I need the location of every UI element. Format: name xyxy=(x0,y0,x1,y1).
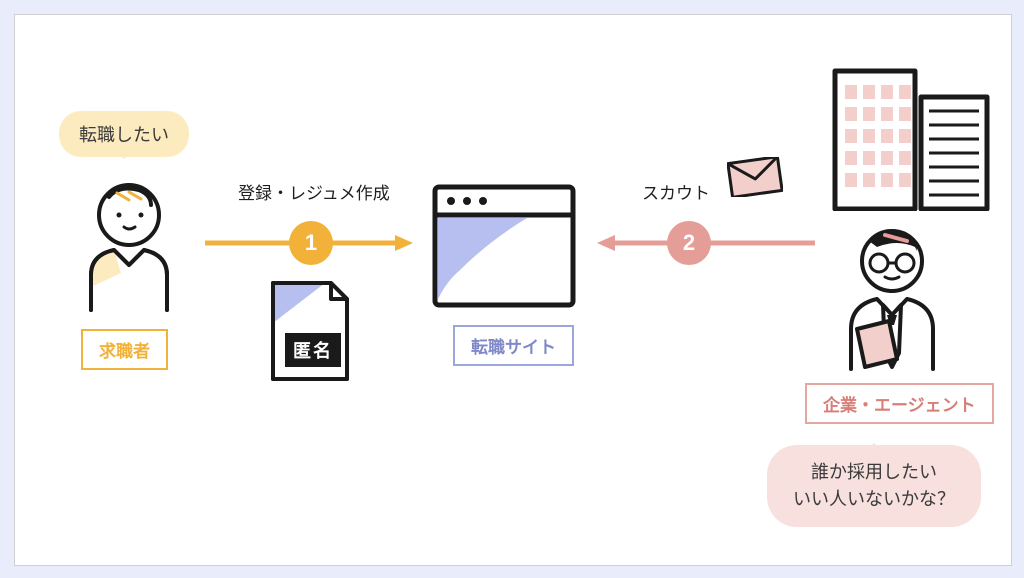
company-speech-bubble: 誰か採用したい いい人いないかな？ xyxy=(767,445,981,527)
jobseeker-label: 求職者 xyxy=(81,329,168,370)
site-window-icon xyxy=(429,181,579,311)
site-label-text: 転職サイト xyxy=(471,338,556,357)
company-label-text: 企業・エージェント xyxy=(823,396,976,415)
site-label: 転職サイト xyxy=(453,325,574,366)
envelope-icon xyxy=(727,157,783,197)
company-speech-line2: いい人いないかな？ xyxy=(793,489,955,509)
anonymous-badge-text: 匿名 xyxy=(293,341,333,361)
buildings-icon xyxy=(825,61,995,211)
diagram-frame: 転職したい 求職者 登録・レジュメ作成 1 xyxy=(14,14,1012,566)
jobseeker-label-text: 求職者 xyxy=(99,342,150,361)
step1-label: 登録・レジュメ作成 xyxy=(238,179,390,204)
jobseeker-speech-text: 転職したい xyxy=(79,125,169,145)
company-speech-line1: 誰か採用したい xyxy=(811,462,937,482)
step2-label: スカウト xyxy=(642,179,710,204)
step2-badge: 2 xyxy=(667,221,711,265)
anonymous-badge: 匿名 xyxy=(285,333,341,367)
agent-icon xyxy=(827,221,957,371)
jobseeker-speech-bubble: 転職したい xyxy=(59,111,189,157)
step1-badge: 1 xyxy=(289,221,333,265)
step2-badge-text: 2 xyxy=(683,230,695,256)
step1-badge-text: 1 xyxy=(305,230,317,256)
anonymous-document-icon xyxy=(265,277,355,387)
company-label: 企業・エージェント xyxy=(805,383,994,424)
jobseeker-icon xyxy=(69,175,189,315)
